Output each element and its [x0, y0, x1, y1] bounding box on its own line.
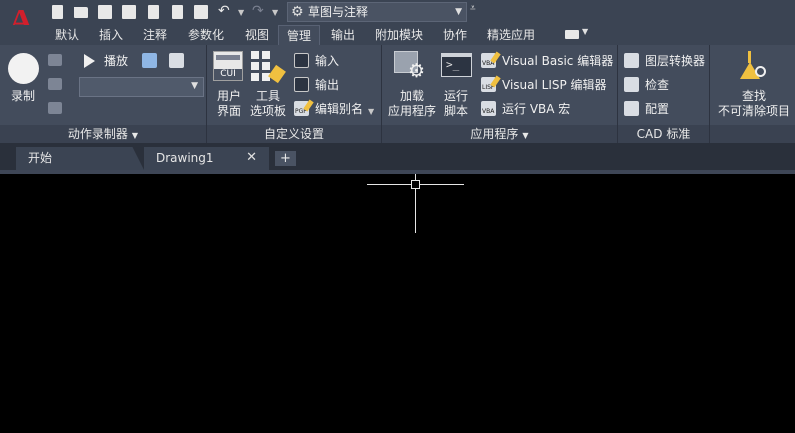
tab-annotate[interactable]: 注释 [134, 25, 176, 45]
export-button[interactable]: 输出 [315, 78, 339, 93]
edit-aliases-button[interactable]: 编辑别名 [315, 102, 363, 117]
undo-dropdown-icon[interactable]: ▼ [238, 8, 244, 17]
import-button[interactable]: 输入 [315, 54, 339, 69]
find-non-purgeable-icon[interactable] [738, 51, 768, 83]
check-button[interactable]: 检查 [645, 78, 669, 93]
panel-title-cad-standards: CAD 标准 [618, 125, 709, 143]
new-tab-button[interactable]: + [275, 151, 296, 166]
edit-aliases-icon: PGP [294, 99, 314, 116]
check-standards-icon [624, 77, 639, 92]
user-interface-button[interactable]: 用户 界面 [209, 89, 249, 119]
crosshair-pickbox [411, 180, 420, 189]
save-icon[interactable] [96, 3, 114, 21]
close-icon[interactable]: ✕ [246, 147, 257, 169]
tab-drawing1[interactable]: Drawing1 ✕ [144, 147, 269, 170]
tab-manage[interactable]: 管理 [278, 25, 320, 45]
panel-cad-standards: 图层转换器 检查 配置 CAD 标准 [618, 45, 710, 143]
quick-access-toolbar: ↶ ▼ ↷ ▼ ⚙ 草图与注释 ▼ ⩡ [0, 0, 795, 25]
run-vba-macro-button[interactable]: 运行 VBA 宏 [502, 102, 570, 117]
ribbon-display-toggle[interactable]: ▼ [565, 27, 589, 41]
chevron-down-icon: ▼ [191, 81, 198, 91]
expand-panel-icon: ▼ [131, 131, 139, 140]
lisp-editor-icon: LISP [481, 75, 501, 92]
find-non-purgeable-button[interactable]: 查找 不可清除项目 [712, 89, 795, 119]
import-customization-icon [294, 53, 309, 68]
manage-actions-icon[interactable] [169, 53, 184, 68]
panel-title-action-recorder[interactable]: 动作录制器 ▼ [0, 125, 206, 143]
save-as-icon[interactable] [120, 3, 138, 21]
layer-translator-button[interactable]: 图层转换器 [645, 54, 705, 69]
document-tab-bar: 开始 Drawing1 ✕ + [0, 143, 795, 170]
layer-translator-icon [624, 53, 639, 68]
workspace-name: 草图与注释 [308, 5, 369, 19]
preferences-icon[interactable] [142, 53, 157, 68]
panel-applications: ⚙ 加载 应用程序 >_ 运行 脚本 VBA Visual Basic 编辑器 … [382, 45, 618, 143]
panel-customize: CUI 用户 界面 工具 选项板 输入 输出 PGP 编辑别名 ▼ 自定义设置 [207, 45, 382, 143]
tab-output[interactable]: 输出 [322, 25, 364, 45]
redo-dropdown-icon[interactable]: ▼ [272, 8, 278, 17]
tab-featured-apps[interactable]: 精选应用 [478, 25, 544, 45]
run-script-icon[interactable]: >_ [441, 53, 472, 77]
panel-action-recorder: 录制 播放 ▼ 动作录制器 ▼ [0, 45, 207, 143]
customize-qat-icon[interactable]: ⩡ [470, 3, 476, 14]
cui-icon[interactable]: CUI [213, 51, 243, 81]
insert-message-icon [48, 54, 62, 66]
tab-addins[interactable]: 附加模块 [366, 25, 432, 45]
publish-icon[interactable] [144, 3, 162, 21]
configure-button[interactable]: 配置 [645, 102, 669, 117]
run-vba-macro-icon: VBA [481, 101, 496, 116]
tab-default[interactable]: 默认 [46, 25, 88, 45]
panel-title-customize: 自定义设置 [207, 125, 381, 143]
load-application-button[interactable]: 加载 应用程序 [385, 89, 439, 119]
drawing-canvas[interactable] [0, 174, 795, 433]
run-script-button[interactable]: 运行 脚本 [440, 89, 472, 119]
play-icon [84, 54, 95, 68]
new-icon[interactable] [48, 3, 66, 21]
export-customization-icon [294, 77, 309, 92]
redo-icon[interactable]: ↷ [252, 3, 264, 19]
chevron-down-icon: ▼ [455, 7, 462, 17]
panel-cleanup: 查找 不可清除项目 [710, 45, 795, 143]
ribbon-tab-bar: 默认 插入 注释 参数化 视图 管理 输出 附加模块 协作 精选应用 ▼ [0, 25, 795, 45]
import-icon[interactable] [168, 3, 186, 21]
load-application-icon[interactable]: ⚙ [394, 51, 428, 83]
select-icon [48, 102, 62, 114]
record-button[interactable]: 录制 [11, 89, 35, 104]
play-button[interactable]: 播放 [104, 54, 128, 69]
print-icon[interactable] [192, 3, 210, 21]
tab-parametric[interactable]: 参数化 [178, 25, 234, 45]
tab-start[interactable]: 开始 [16, 147, 144, 170]
record-icon[interactable] [8, 53, 39, 84]
panel-title-applications[interactable]: 应用程序 ▼ [382, 125, 617, 143]
panel-title-cleanup [710, 125, 795, 143]
open-icon[interactable] [72, 3, 90, 21]
configure-standards-icon [624, 101, 639, 116]
vba-editor-icon: VBA [481, 51, 501, 68]
chevron-down-icon: ▼ [582, 27, 589, 36]
workspace-selector[interactable]: ⚙ 草图与注释 ▼ [287, 2, 467, 22]
tool-palettes-button[interactable]: 工具 选项板 [247, 89, 289, 119]
visual-basic-editor-button[interactable]: Visual Basic 编辑器 [502, 54, 613, 69]
edit-aliases-dropdown-icon[interactable]: ▼ [368, 107, 374, 116]
tab-insert[interactable]: 插入 [90, 25, 132, 45]
minimize-ribbon-icon [565, 30, 579, 39]
tab-collaborate[interactable]: 协作 [434, 25, 476, 45]
gear-icon: ⚙ [291, 4, 304, 20]
undo-icon[interactable]: ↶ [218, 3, 230, 19]
visual-lisp-editor-button[interactable]: Visual LISP 编辑器 [502, 78, 607, 93]
expand-panel-icon: ▼ [522, 131, 529, 140]
request-input-icon [48, 78, 62, 90]
action-macro-dropdown[interactable]: ▼ [79, 77, 204, 97]
tool-palettes-icon[interactable] [251, 51, 286, 84]
ribbon: 录制 播放 ▼ 动作录制器 ▼ CUI 用户 界面 工具 选项板 输入 输出 P… [0, 45, 795, 143]
tab-view[interactable]: 视图 [236, 25, 278, 45]
